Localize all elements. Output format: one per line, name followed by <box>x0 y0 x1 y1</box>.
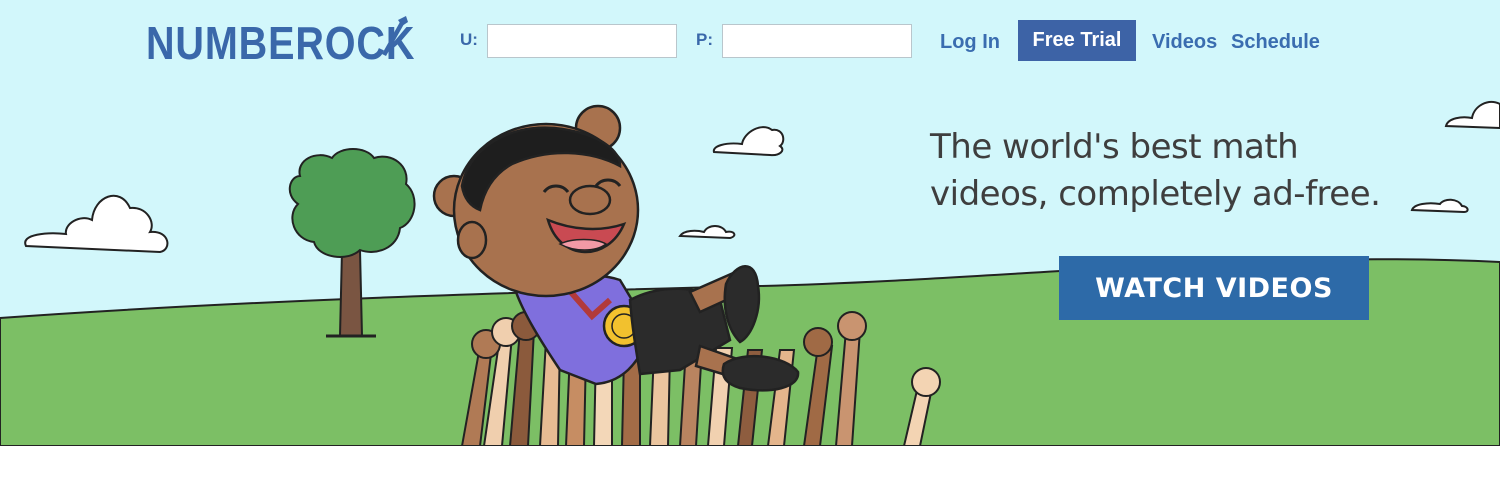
cloud-center <box>712 126 785 157</box>
cloud-small <box>678 225 736 240</box>
username-input[interactable] <box>487 24 677 58</box>
tagline-line-2: videos, completely ad-free. <box>930 174 1381 214</box>
hero-tagline: The world's best math videos, completely… <box>930 124 1410 218</box>
cloud-right-bottom <box>1410 198 1469 214</box>
password-label: P: <box>696 30 713 49</box>
guitar-icon <box>382 16 408 56</box>
schedule-link[interactable]: Schedule <box>1231 31 1320 54</box>
free-trial-button[interactable]: Free Trial <box>1018 20 1136 61</box>
username-label: U: <box>460 30 478 49</box>
watch-videos-button[interactable]: WATCH VIDEOS <box>1059 256 1369 320</box>
logo-text: NUMBEROCK <box>146 17 416 69</box>
videos-link[interactable]: Videos <box>1152 31 1217 54</box>
cloud-right-top <box>1444 100 1500 130</box>
login-link[interactable]: Log In <box>940 31 1000 54</box>
password-input[interactable] <box>722 24 912 58</box>
tagline-line-1: The world's best math <box>930 127 1299 167</box>
cloud-left <box>24 195 169 254</box>
